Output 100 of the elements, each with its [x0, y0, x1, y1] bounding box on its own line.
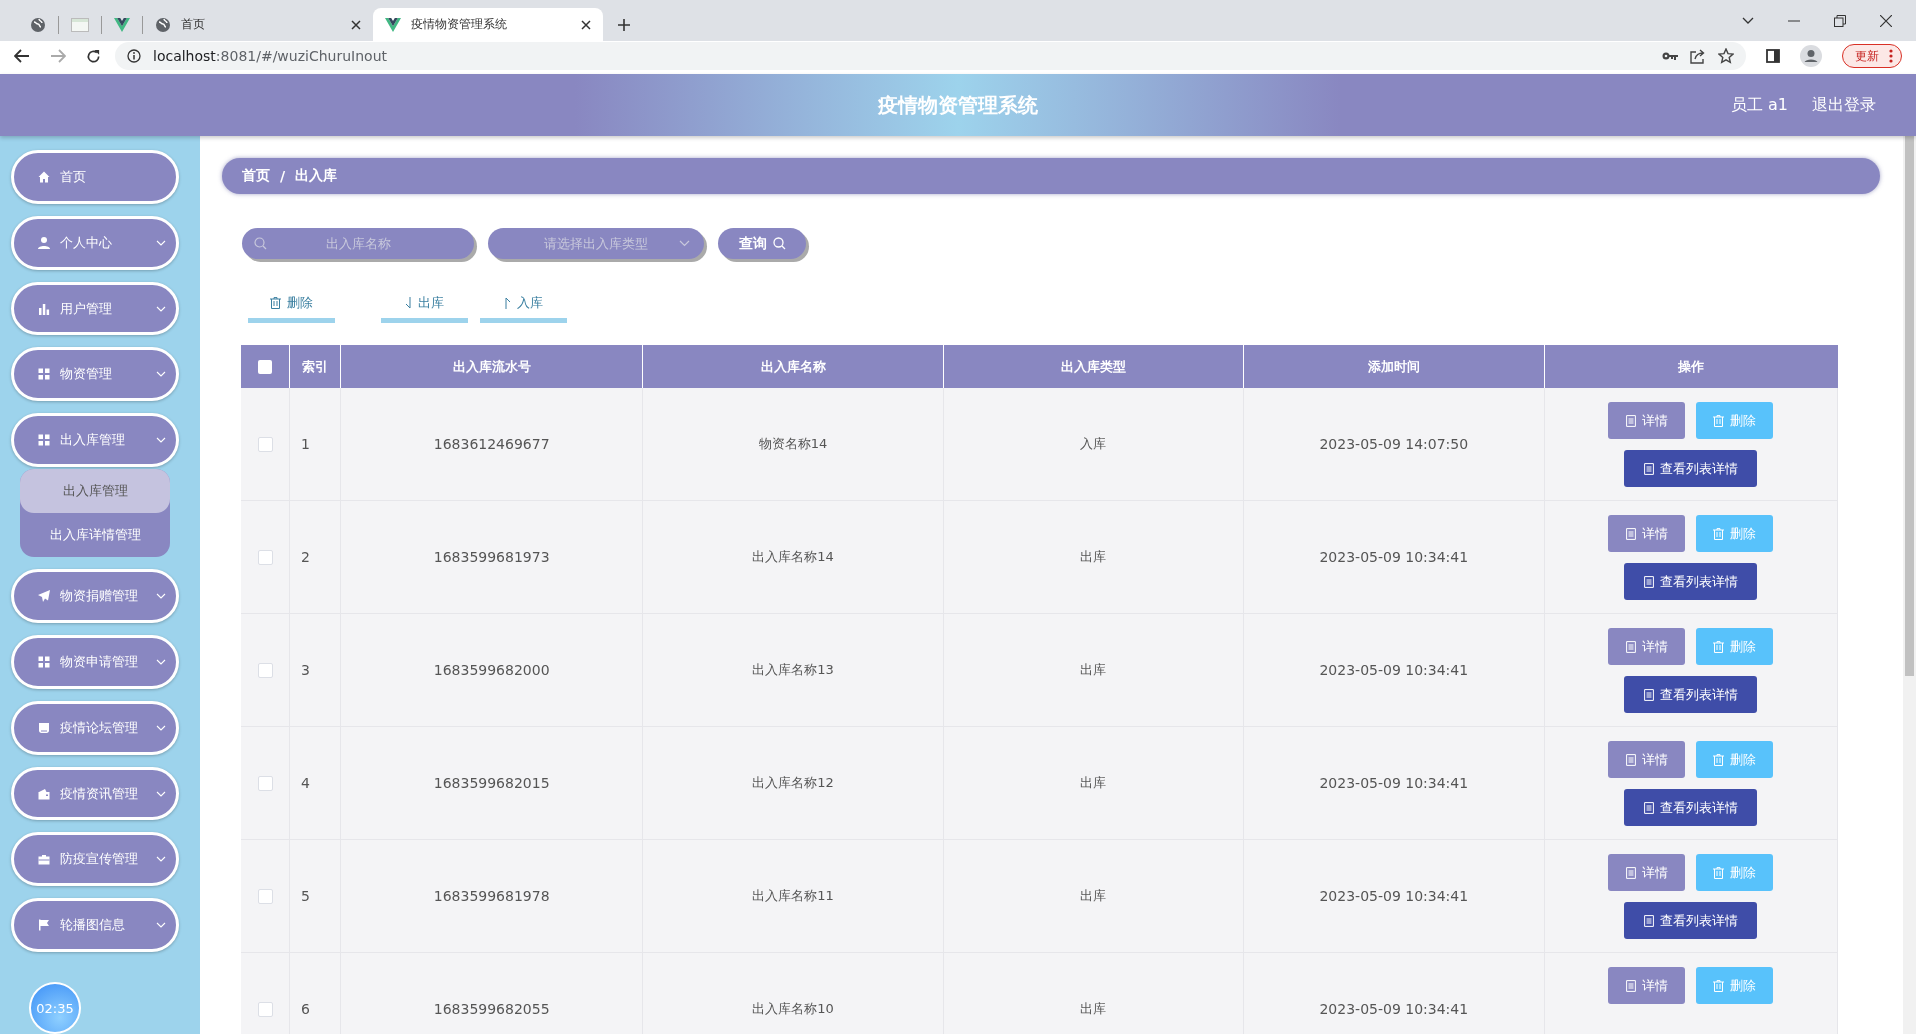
toolbar-button[interactable]: 出库 [381, 287, 468, 323]
v-logo-icon [385, 17, 401, 32]
menu-item[interactable]: 出入库管理 [11, 413, 179, 468]
menu-item[interactable]: 防疫宣传管理 [11, 832, 179, 887]
select-all-checkbox[interactable] [258, 359, 272, 374]
type-select[interactable]: 请选择出入库类型 [488, 228, 704, 259]
delete-button[interactable]: 删除 [1696, 515, 1774, 552]
detail-button[interactable]: 详情 [1608, 741, 1686, 778]
view-list-button[interactable]: 查看列表详情 [1624, 676, 1758, 713]
menu-item[interactable]: 疫情资讯管理 [11, 766, 179, 821]
row-checkbox[interactable] [257, 1001, 273, 1017]
document-icon [1625, 640, 1636, 653]
tab-title: 疫情物资管理系统 [411, 16, 508, 33]
delete-button[interactable]: 删除 [1696, 967, 1774, 1004]
chevron-down-icon [156, 922, 166, 929]
toolbar-button[interactable]: 入库 [480, 287, 567, 323]
profile-icon[interactable] [1800, 45, 1822, 67]
row-checkbox[interactable] [257, 775, 273, 791]
logout-link[interactable]: 退出登录 [1812, 94, 1876, 116]
view-list-button[interactable]: 查看列表详情 [1624, 789, 1758, 826]
app-title: 疫情物资管理系统 [878, 91, 1038, 119]
menu-item[interactable]: 物资管理 [11, 347, 179, 402]
table-cell: 入库 [943, 388, 1245, 500]
restore-icon[interactable] [1834, 14, 1846, 27]
delete-button[interactable]: 删除 [1696, 402, 1774, 439]
table-cell: 1683599682000 [341, 614, 644, 726]
new-tab-icon[interactable] [617, 17, 631, 32]
key-icon[interactable] [1662, 51, 1678, 61]
submenu-item[interactable]: 出入库管理 [20, 469, 170, 514]
table-cell: 出入库名称14 [643, 501, 944, 613]
menu-item[interactable]: 物资申请管理 [11, 634, 179, 689]
grid-icon [38, 655, 50, 668]
toolbar-button[interactable]: 删除 [248, 287, 335, 323]
chevron-down-icon [156, 856, 166, 863]
back-icon[interactable] [14, 49, 30, 63]
delete-button[interactable]: 删除 [1696, 741, 1774, 778]
tab-title: 首页 [181, 16, 206, 33]
menu-item[interactable]: 个人中心 [11, 215, 179, 270]
grid-icon [38, 434, 50, 447]
table-cell: 出入库名称10 [643, 953, 944, 1034]
detail-button[interactable]: 详情 [1608, 628, 1686, 665]
menu-item[interactable]: 首页 [11, 150, 179, 204]
menu-item[interactable]: 疫情论坛管理 [11, 700, 179, 755]
update-button[interactable]: 更新 [1842, 44, 1902, 68]
close-icon[interactable] [1880, 14, 1892, 27]
address-field[interactable]: localhost:8081/#/wuziChuruInout [115, 42, 1746, 70]
table-cell: 出入库名称12 [643, 727, 944, 839]
chevron-down-icon [156, 371, 166, 378]
scrollbar[interactable] [1903, 136, 1916, 1034]
chevron-down-icon[interactable] [1742, 16, 1754, 25]
chevron-down-icon [156, 437, 166, 444]
search-field[interactable]: 出入库名称 [242, 228, 474, 259]
detail-button[interactable]: 详情 [1608, 402, 1686, 439]
menu-item[interactable]: 用户管理 [11, 281, 179, 336]
table-cell: 1 [290, 388, 341, 500]
document-icon [1643, 801, 1654, 814]
menu-item[interactable]: 轮播图信息 [11, 898, 179, 953]
grid-icon [38, 368, 50, 381]
view-list-button[interactable]: 查看列表详情 [1624, 563, 1758, 600]
document-icon [1625, 414, 1636, 427]
close-icon[interactable] [351, 19, 361, 30]
star-icon[interactable] [1718, 48, 1734, 64]
search-icon [254, 237, 267, 250]
paper-plane-icon [38, 590, 50, 603]
row-checkbox[interactable] [257, 888, 273, 904]
row-checkbox[interactable] [257, 662, 273, 678]
document-icon [1625, 527, 1636, 540]
delete-button[interactable]: 删除 [1696, 628, 1774, 665]
detail-button[interactable]: 详情 [1608, 967, 1686, 1004]
row-checkbox[interactable] [257, 549, 273, 565]
side-panel-icon[interactable] [1766, 49, 1780, 63]
detail-button[interactable]: 详情 [1608, 515, 1686, 552]
user-name: 员工 a1 [1730, 94, 1788, 116]
share-icon[interactable] [1690, 48, 1706, 64]
browser-tab[interactable]: 首页 [143, 8, 373, 41]
table-cell: 1683599681973 [341, 501, 644, 613]
table-cell: 出库 [943, 614, 1245, 726]
view-list-button[interactable]: 查看列表详情 [1624, 450, 1758, 487]
trash-icon [1713, 527, 1725, 540]
chevron-down-icon [156, 239, 166, 246]
scrollbar-thumb[interactable] [1905, 136, 1914, 676]
query-button[interactable]: 查询 [718, 228, 806, 259]
clock-badge: 02:35 [29, 982, 81, 1034]
row-checkbox[interactable] [257, 436, 273, 452]
submenu-item[interactable]: 出入库详情管理 [20, 513, 170, 558]
reload-icon[interactable] [86, 48, 101, 64]
delete-button[interactable]: 删除 [1696, 854, 1774, 891]
detail-button[interactable]: 详情 [1608, 854, 1686, 891]
close-icon[interactable] [581, 19, 591, 30]
minimize-icon[interactable] [1788, 19, 1800, 22]
view-list-button[interactable]: 查看列表详情 [1624, 902, 1758, 939]
table-cell: 1683599682015 [341, 727, 644, 839]
menu-item[interactable]: 物资捐赠管理 [11, 569, 179, 623]
table-cell: 2023-05-09 10:34:41 [1244, 614, 1545, 726]
chevron-down-icon [156, 790, 166, 797]
bar-chart-icon [38, 302, 50, 315]
table-cell: 1683599681978 [341, 840, 644, 952]
breadcrumb-separator: / [280, 168, 286, 184]
breadcrumb-item[interactable]: 首页 [242, 167, 270, 185]
browser-tab[interactable]: 疫情物资管理系统 [373, 8, 603, 41]
